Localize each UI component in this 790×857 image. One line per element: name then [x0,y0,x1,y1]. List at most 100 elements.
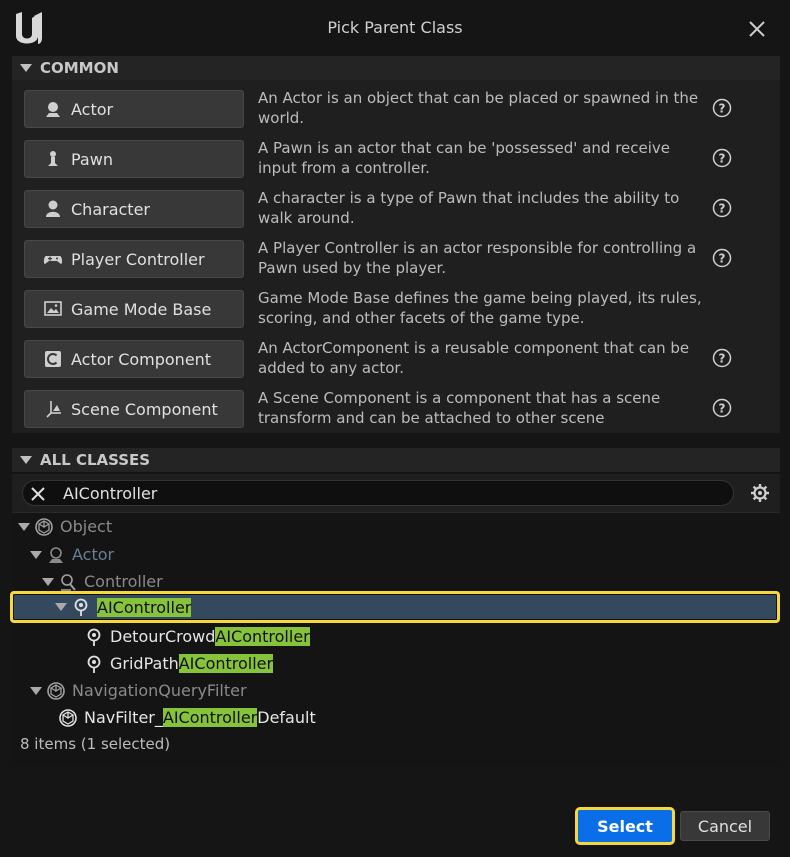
tree-item-navigationqueryfilter[interactable]: NavigationQueryFilter [12,677,780,704]
svg-text:?: ? [719,252,726,266]
actor-icon [46,545,66,565]
help-icon[interactable]: ? [712,398,732,418]
scene-component-description: A Scene Component is a component that ha… [258,389,661,427]
player-controller-description: A Player Controller is an actor responsi… [258,239,697,277]
class-search-row [12,474,780,512]
pawn-description: A Pawn is an actor that can be 'possesse… [258,139,671,177]
help-icon[interactable]: ? [712,148,732,168]
common-section-header[interactable]: COMMON [12,56,780,80]
collapse-arrow-icon [20,456,32,464]
tree-item-label: Actor [72,545,115,564]
common-row-pawn: Pawn A Pawn is an actor that can be 'pos… [24,139,774,178]
component-icon [43,349,63,369]
tree-item-label: DetourCrowdAIController [110,627,310,646]
pawn-icon [43,149,63,169]
actor-description: An Actor is an object that can be placed… [258,89,699,127]
tree-item-aicontroller-selected[interactable]: AIController [10,591,780,623]
search-match-highlight: AIController [162,708,258,727]
svg-text:?: ? [719,102,726,116]
tree-item-label-prefix: DetourCrowd [110,627,216,646]
common-row-actor: Actor An Actor is an object that can be … [24,89,774,128]
tree-item-gridpathaicontroller[interactable]: GridPathAIController [12,650,780,677]
cancel-button[interactable]: Cancel [680,811,770,841]
svg-text:?: ? [719,352,726,366]
scene-component-class-label: Scene Component [71,399,218,419]
ai-controller-icon [84,654,104,674]
svg-text:?: ? [719,202,726,216]
tree-item-label: Object [60,517,113,536]
search-match-highlight: AIController [215,627,310,646]
expand-arrow-icon[interactable] [30,550,42,559]
tree-item-label: Controller [84,572,163,591]
expand-arrow-icon[interactable] [55,603,67,611]
ai-controller-icon [84,627,104,647]
collapse-arrow-icon [20,64,32,72]
tree-item-detourcrowdaicontroller[interactable]: DetourCrowdAIController [12,623,780,650]
actor-component-description: An ActorComponent is a reusable componen… [258,339,690,377]
object-icon [58,708,78,728]
object-icon [34,517,54,537]
tree-item-label: NavigationQueryFilter [72,681,247,700]
svg-text:?: ? [719,402,726,416]
ai-controller-icon [71,597,91,617]
tree-item-navfilter-aicontrollerdefault[interactable]: NavFilter_AIControllerDefault [12,704,780,731]
search-match-highlight: AIController [178,654,274,673]
common-row-character: Character A character is a type of Pawn … [24,189,774,228]
object-icon [46,681,66,701]
tree-item-label-prefix: NavFilter_ [84,708,163,727]
gamepad-icon [43,249,63,269]
character-description: A character is a type of Pawn that inclu… [258,189,680,227]
player-controller-class-button[interactable]: Player Controller [24,240,244,278]
tree-item-label-prefix: GridPath [110,654,179,673]
search-match-highlight: AIController [97,597,192,617]
scene-component-icon [43,399,63,419]
common-row-game-mode-base: Game Mode Base Game Mode Base defines th… [24,289,774,328]
select-button[interactable]: Select [575,807,675,845]
character-class-label: Character [71,199,150,219]
all-classes-section-header[interactable]: ALL CLASSES [12,448,780,472]
common-row-actor-component: Actor Component An ActorComponent is a r… [24,339,774,378]
expand-arrow-icon[interactable] [42,577,54,586]
game-mode-base-class-label: Game Mode Base [71,299,212,319]
gear-icon[interactable] [750,483,770,503]
all-classes-section-label: ALL CLASSES [40,451,151,469]
title-bar: Pick Parent Class [0,0,790,56]
actor-component-class-label: Actor Component [71,349,212,369]
expand-arrow-icon[interactable] [18,522,30,531]
dialog-title: Pick Parent Class [327,18,463,37]
tree-item-actor[interactable]: Actor [12,541,780,568]
close-icon[interactable] [746,18,768,40]
player-controller-class-label: Player Controller [71,249,205,269]
tree-item-label: AIController [97,597,192,617]
controller-icon [58,572,78,592]
actor-class-label: Actor [71,99,114,119]
tree-item-label: GridPathAIController [110,654,274,673]
tree-item-object[interactable]: Object [12,513,780,540]
character-icon [43,199,63,219]
pawn-class-label: Pawn [71,149,113,169]
actor-class-button[interactable]: Actor [24,90,244,128]
class-search-input[interactable] [63,483,703,503]
help-icon[interactable]: ? [712,348,732,368]
pawn-class-button[interactable]: Pawn [24,140,244,178]
actor-icon [43,99,63,119]
character-class-button[interactable]: Character [24,190,244,228]
help-icon[interactable]: ? [712,98,732,118]
scene-component-class-button[interactable]: Scene Component [24,390,244,428]
game-mode-base-class-button[interactable]: Game Mode Base [24,290,244,328]
class-tree: Object Actor Controller AIController Det… [10,512,780,764]
item-count-status: 8 items (1 selected) [20,735,171,753]
help-icon[interactable]: ? [712,198,732,218]
actor-component-class-button[interactable]: Actor Component [24,340,244,378]
tree-item-label: NavFilter_AIControllerDefault [84,708,316,727]
common-row-player-controller: Player Controller A Player Controller is… [24,239,774,278]
svg-text:?: ? [719,152,726,166]
clear-search-icon[interactable] [29,485,47,503]
class-search-box[interactable] [22,480,734,506]
help-icon[interactable]: ? [712,248,732,268]
tree-item-label-suffix: Default [257,708,316,727]
common-row-scene-component: Scene Component A Scene Component is a c… [24,389,774,428]
expand-arrow-icon[interactable] [30,686,42,695]
common-section-label: COMMON [40,59,119,77]
common-classes-panel: Actor An Actor is an object that can be … [12,80,780,433]
